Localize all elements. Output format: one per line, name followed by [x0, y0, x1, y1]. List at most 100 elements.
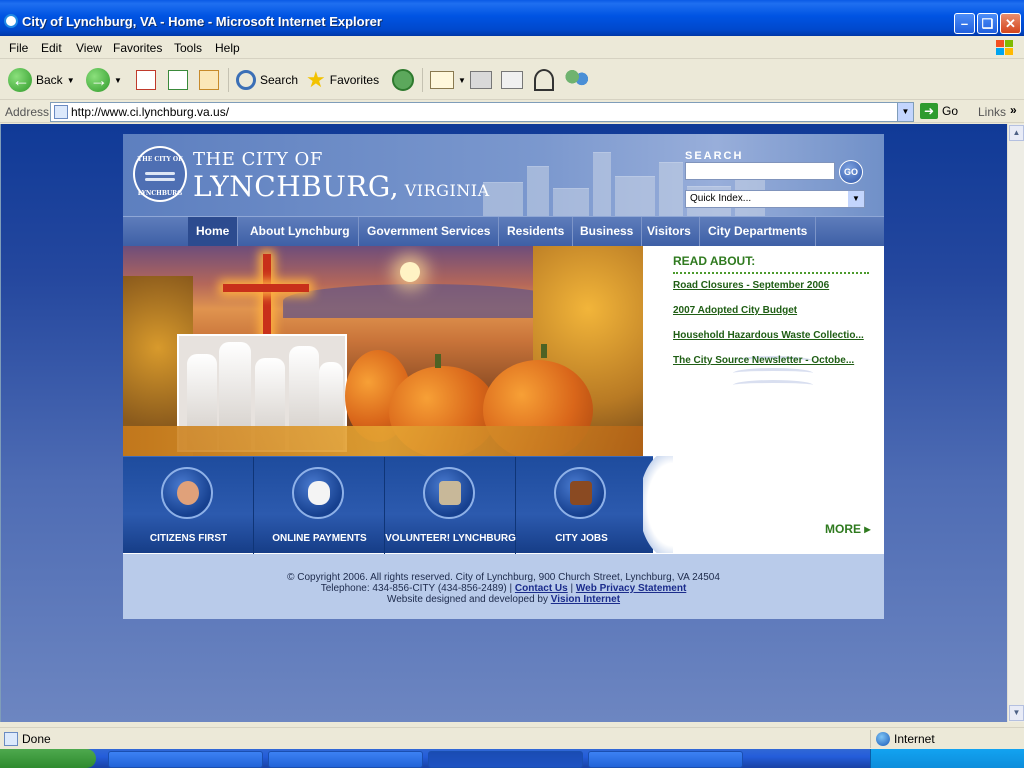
start-button[interactable] — [0, 749, 96, 768]
search-icon — [236, 70, 256, 90]
page-viewport: THE CITY OF LYNCHBURG THE CITY OF LYNCHB… — [0, 124, 1024, 722]
sun-graphic — [400, 262, 420, 282]
brand-city: LYNCHBURG, — [193, 170, 400, 203]
forward-arrow-icon — [86, 68, 110, 92]
nav-city-departments[interactable]: City Departments — [700, 217, 817, 246]
page-icon — [54, 105, 68, 119]
taskbar-item[interactable] — [428, 751, 583, 768]
dropdown-arrow-icon[interactable]: ▼ — [458, 76, 466, 85]
quicklink-city-jobs[interactable]: CITY JOBS — [516, 457, 647, 554]
refresh-icon — [168, 70, 188, 90]
nav-home[interactable]: Home — [188, 217, 239, 246]
links-chevron-icon[interactable]: » — [1010, 103, 1017, 117]
site-nav: Home About Lynchburg Government Services… — [123, 216, 884, 246]
search-button[interactable]: Search — [236, 66, 298, 94]
autumn-banner-image — [123, 246, 643, 456]
site-search-input[interactable] — [685, 162, 835, 180]
minimize-button[interactable]: – — [954, 13, 975, 34]
news-link-road-closures[interactable]: Road Closures - September 2006 — [673, 280, 873, 291]
briefcase-icon — [554, 467, 606, 519]
dropdown-arrow-icon[interactable]: ▼ — [67, 76, 75, 85]
vertical-scrollbar[interactable]: ▲ ▼ — [1007, 124, 1024, 722]
taskbar — [0, 749, 1024, 768]
menu-tools[interactable]: Tools — [174, 41, 202, 55]
scroll-up-icon[interactable]: ▲ — [1009, 125, 1024, 141]
nav-visitors[interactable]: Visitors — [639, 217, 700, 246]
designed-by-text: Website designed and developed by — [386, 594, 551, 605]
page-status-icon — [4, 732, 18, 746]
print-button[interactable] — [470, 66, 492, 94]
mouse-icon — [292, 467, 344, 519]
news-link-newsletter[interactable]: The City Source Newsletter - Octobe... — [673, 355, 873, 366]
vision-internet-link[interactable]: Vision Internet — [551, 594, 620, 605]
maximize-button[interactable]: ❏ — [977, 13, 998, 34]
footer-separator: | — [567, 583, 576, 594]
site-footer: © Copyright 2006. All rights reserved. C… — [123, 554, 884, 619]
quicklink-citizens-first[interactable]: CITIZENS FIRST — [123, 457, 254, 554]
forward-button[interactable]: ▼ — [86, 66, 122, 94]
refresh-button[interactable] — [168, 66, 188, 94]
menu-view[interactable]: View — [76, 41, 102, 55]
messenger-button[interactable] — [565, 66, 589, 94]
favorites-button[interactable]: ★ Favorites — [306, 66, 379, 94]
edit-button[interactable] — [501, 66, 523, 94]
brand-name[interactable]: LYNCHBURG, VIRGINIA — [193, 170, 490, 203]
go-button[interactable]: ➜ Go — [920, 103, 958, 119]
city-seal-logo[interactable]: THE CITY OF LYNCHBURG — [133, 146, 187, 202]
links-label[interactable]: Links — [978, 105, 1006, 119]
scroll-down-icon[interactable]: ▼ — [1009, 705, 1024, 721]
toolbar: Back ▼ ▼ Search ★ Favorites ▼ — [0, 60, 1024, 100]
nav-residents[interactable]: Residents — [499, 217, 574, 246]
address-url[interactable]: http://www.ci.lynchburg.va.us/ — [71, 105, 229, 119]
quicklink-online-payments[interactable]: ONLINE PAYMENTS — [254, 457, 385, 554]
star-icon: ★ — [306, 67, 326, 92]
history-button[interactable] — [392, 66, 414, 94]
nav-about-lynchburg[interactable]: About Lynchburg — [242, 217, 359, 246]
nav-business[interactable]: Business — [572, 217, 643, 246]
address-dropdown-icon[interactable]: ▼ — [897, 103, 913, 121]
quick-index-select[interactable]: Quick Index... ▼ — [685, 190, 865, 208]
news-link-hazardous-waste[interactable]: Household Hazardous Waste Collectio... — [673, 330, 873, 341]
menu-edit[interactable]: Edit — [41, 41, 62, 55]
taskbar-item[interactable] — [108, 751, 263, 768]
status-text: Done — [22, 732, 51, 746]
address-label: Address — [5, 105, 50, 119]
more-link[interactable]: MORE ▸ — [825, 522, 870, 536]
quick-index-value: Quick Index... — [690, 193, 752, 204]
go-label: Go — [942, 104, 959, 118]
menu-favorites[interactable]: Favorites — [113, 41, 162, 55]
site-search-go-button[interactable]: GO — [839, 160, 863, 184]
quick-links-bar: CITIZENS FIRST ONLINE PAYMENTS VOLUNTEER… — [123, 456, 653, 554]
status-bar: Done Internet — [0, 727, 1024, 749]
telephone-text: Telephone: 434-856-CITY (434-856-2489) | — [320, 583, 515, 594]
close-button[interactable]: ✕ — [1000, 13, 1021, 34]
globe-icon — [876, 732, 890, 746]
building-icon — [423, 467, 475, 519]
menu-help[interactable]: Help — [215, 41, 240, 55]
privacy-statement-link[interactable]: Web Privacy Statement — [576, 583, 686, 594]
back-button[interactable]: Back ▼ — [8, 66, 75, 94]
nav-government-services[interactable]: Government Services — [359, 217, 500, 246]
search-label: Search — [260, 73, 299, 87]
news-link-city-budget[interactable]: 2007 Adopted City Budget — [673, 305, 873, 316]
contact-us-link[interactable]: Contact Us — [515, 583, 568, 594]
menu-file[interactable]: File — [9, 41, 28, 55]
discuss-button[interactable] — [534, 66, 554, 94]
home-icon — [199, 70, 219, 90]
favorites-label: Favorites — [329, 73, 380, 87]
seal-top-text: THE CITY OF — [137, 156, 183, 163]
taskbar-item[interactable] — [588, 751, 743, 768]
home-button[interactable] — [199, 66, 219, 94]
address-input[interactable]: http://www.ci.lynchburg.va.us/ ▼ — [50, 102, 914, 122]
quicklink-volunteer[interactable]: VOLUNTEER! LYNCHBURG — [385, 457, 516, 554]
taskbar-item[interactable] — [268, 751, 423, 768]
copyright-text: © Copyright 2006. All rights reserved. C… — [287, 572, 720, 583]
menu-bar: File Edit View Favorites Tools Help — [0, 37, 1024, 59]
dotted-divider — [673, 272, 869, 274]
mail-button[interactable]: ▼ — [430, 66, 466, 94]
dropdown-arrow-icon[interactable]: ▼ — [114, 76, 122, 85]
toolbar-divider — [422, 68, 423, 92]
stop-button[interactable] — [136, 66, 156, 94]
quicklink-label: CITY JOBS — [555, 533, 608, 544]
mail-icon — [430, 71, 454, 89]
